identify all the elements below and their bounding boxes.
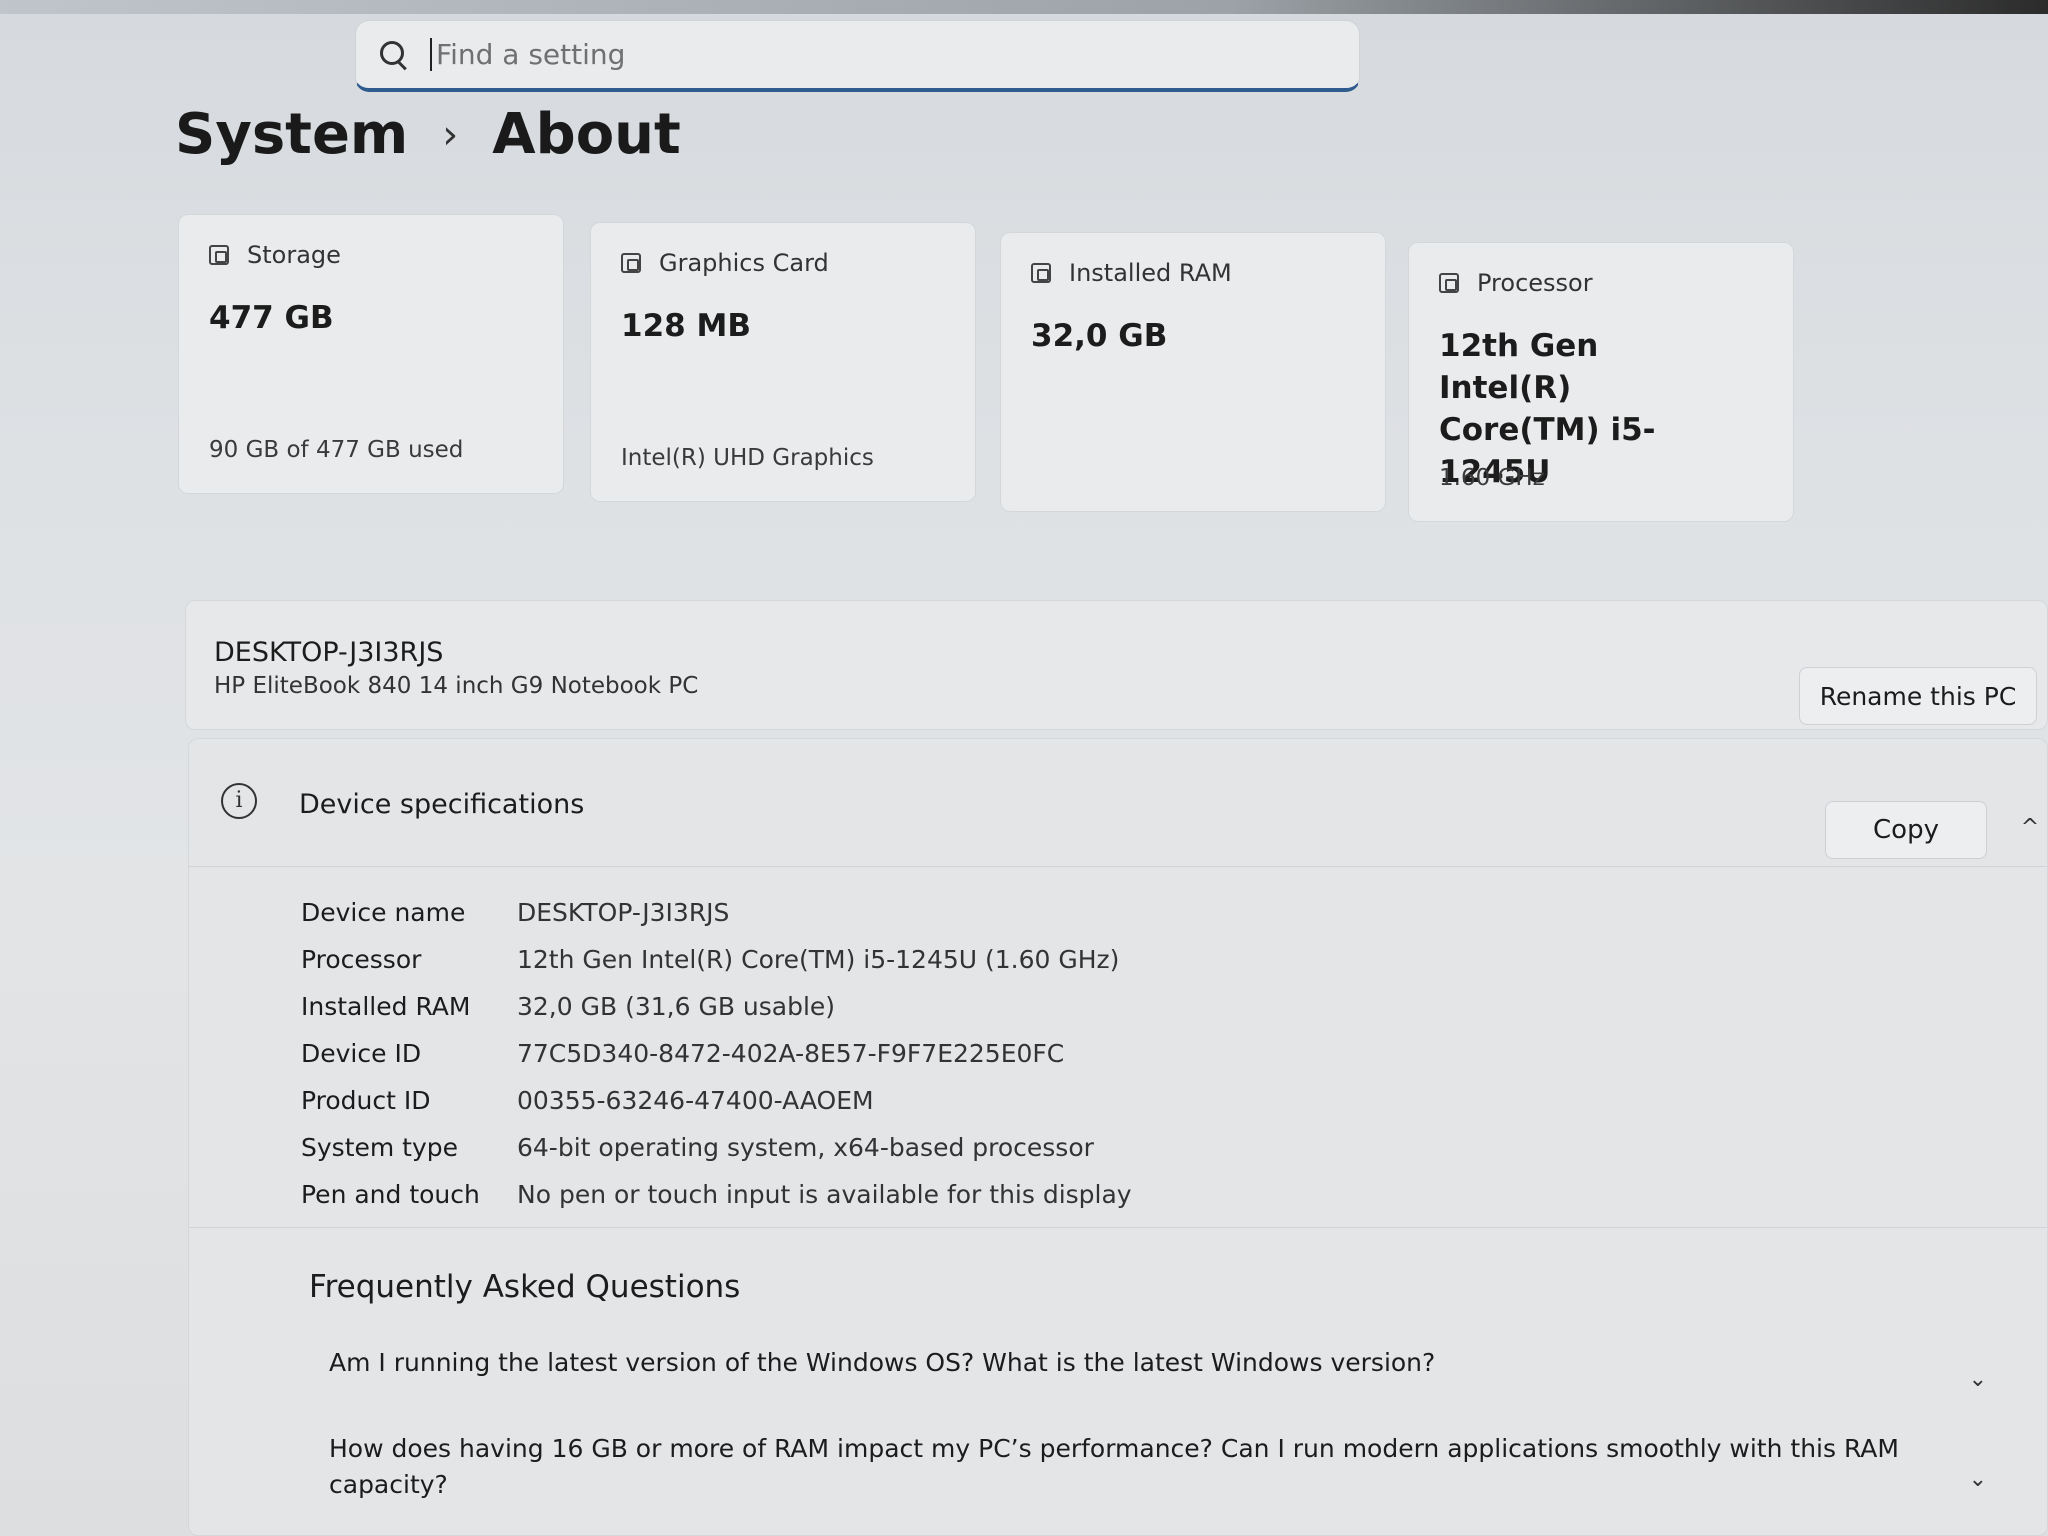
spec-row: Device ID 77C5D340-8472-402A-8E57-F9F7E2… [301, 1030, 1132, 1077]
chevron-up-icon[interactable]: ^ [2019, 817, 2041, 839]
device-model: HP EliteBook 840 14 inch G9 Notebook PC [214, 673, 699, 699]
ram-icon [1031, 263, 1051, 283]
faq-question: How does having 16 GB or more of RAM imp… [329, 1434, 1899, 1499]
spec-value: 64-bit operating system, x64-based proce… [517, 1133, 1094, 1162]
spec-key: Product ID [301, 1086, 431, 1115]
card-value: 128 MB [621, 308, 751, 344]
card-subtitle: Intel(R) UHD Graphics [621, 445, 874, 471]
spec-row: Pen and touch No pen or touch input is a… [301, 1171, 1132, 1218]
top-edge [0, 0, 2048, 14]
card-title: Processor [1477, 269, 1593, 297]
device-name-bar: DESKTOP-J3I3RJS HP EliteBook 840 14 inch… [185, 600, 2048, 730]
spec-key: Processor [301, 945, 422, 974]
spec-row: Processor 12th Gen Intel(R) Core(TM) i5-… [301, 936, 1132, 983]
spec-row: Installed RAM 32,0 GB (31,6 GB usable) [301, 983, 1132, 1030]
search-input[interactable] [430, 38, 1330, 71]
spec-value: No pen or touch input is available for t… [517, 1180, 1132, 1209]
specs-header[interactable]: i Device specifications Copy ^ [189, 739, 2047, 867]
spec-row: Product ID 00355-63246-47400-AAOEM [301, 1077, 1132, 1124]
card-title: Storage [247, 241, 341, 269]
cpu-icon [1439, 273, 1459, 293]
spec-rows: Device name DESKTOP-J3I3RJS Processor 12… [301, 889, 1132, 1218]
storage-icon [209, 245, 229, 265]
faq-item[interactable]: Am I running the latest version of the W… [329, 1345, 1969, 1381]
breadcrumb-system[interactable]: System [175, 102, 408, 167]
specs-title: Device specifications [299, 789, 585, 820]
spec-value: 77C5D340-8472-402A-8E57-F9F7E225E0FC [517, 1039, 1065, 1068]
breadcrumb: System › About [175, 102, 681, 167]
spec-key: Device name [301, 898, 466, 927]
card-title: Graphics Card [659, 249, 829, 277]
device-name: DESKTOP-J3I3RJS [214, 637, 444, 668]
ram-card: Installed RAM 32,0 GB [1000, 232, 1386, 512]
spec-key: System type [301, 1133, 459, 1162]
card-value: 477 GB [209, 300, 334, 336]
faq-item[interactable]: How does having 16 GB or more of RAM imp… [329, 1431, 1969, 1503]
card-subtitle: 1.60 GHz [1439, 465, 1545, 491]
search-box[interactable] [355, 20, 1360, 92]
rename-pc-button[interactable]: Rename this PC [1799, 667, 2037, 725]
spec-value: 00355-63246-47400-AAOEM [517, 1086, 874, 1115]
graphics-card: Graphics Card 128 MB Intel(R) UHD Graphi… [590, 222, 976, 502]
chevron-down-icon[interactable]: ⌄ [1969, 1467, 1987, 1492]
spec-row: Device name DESKTOP-J3I3RJS [301, 889, 1132, 936]
processor-card: Processor 12th Gen Intel(R) Core(TM) i5-… [1408, 242, 1794, 522]
monitor-icon [621, 253, 641, 273]
faq-title: Frequently Asked Questions [309, 1269, 741, 1305]
spec-value: 12th Gen Intel(R) Core(TM) i5-1245U (1.6… [517, 945, 1120, 974]
spec-value: 32,0 GB (31,6 GB usable) [517, 992, 836, 1021]
divider [189, 1227, 2047, 1228]
spec-row: System type 64-bit operating system, x64… [301, 1124, 1132, 1171]
spec-key: Device ID [301, 1039, 422, 1068]
info-icon: i [221, 783, 257, 819]
spec-key: Installed RAM [301, 992, 471, 1021]
faq-question: Am I running the latest version of the W… [329, 1348, 1436, 1377]
chevron-down-icon[interactable]: ⌄ [1969, 1367, 1987, 1392]
card-subtitle: 90 GB of 477 GB used [209, 437, 464, 463]
spec-key: Pen and touch [301, 1180, 480, 1209]
card-value: 32,0 GB [1031, 318, 1168, 354]
storage-card: Storage 477 GB 90 GB of 477 GB used [178, 214, 564, 494]
card-title: Installed RAM [1069, 259, 1232, 287]
device-specifications-panel: i Device specifications Copy ^ Device na… [188, 738, 2048, 1536]
chevron-right-icon: › [442, 111, 459, 158]
search-icon [378, 39, 410, 71]
page-title: About [492, 102, 681, 167]
spec-value: DESKTOP-J3I3RJS [517, 898, 730, 927]
copy-button[interactable]: Copy [1825, 801, 1987, 859]
